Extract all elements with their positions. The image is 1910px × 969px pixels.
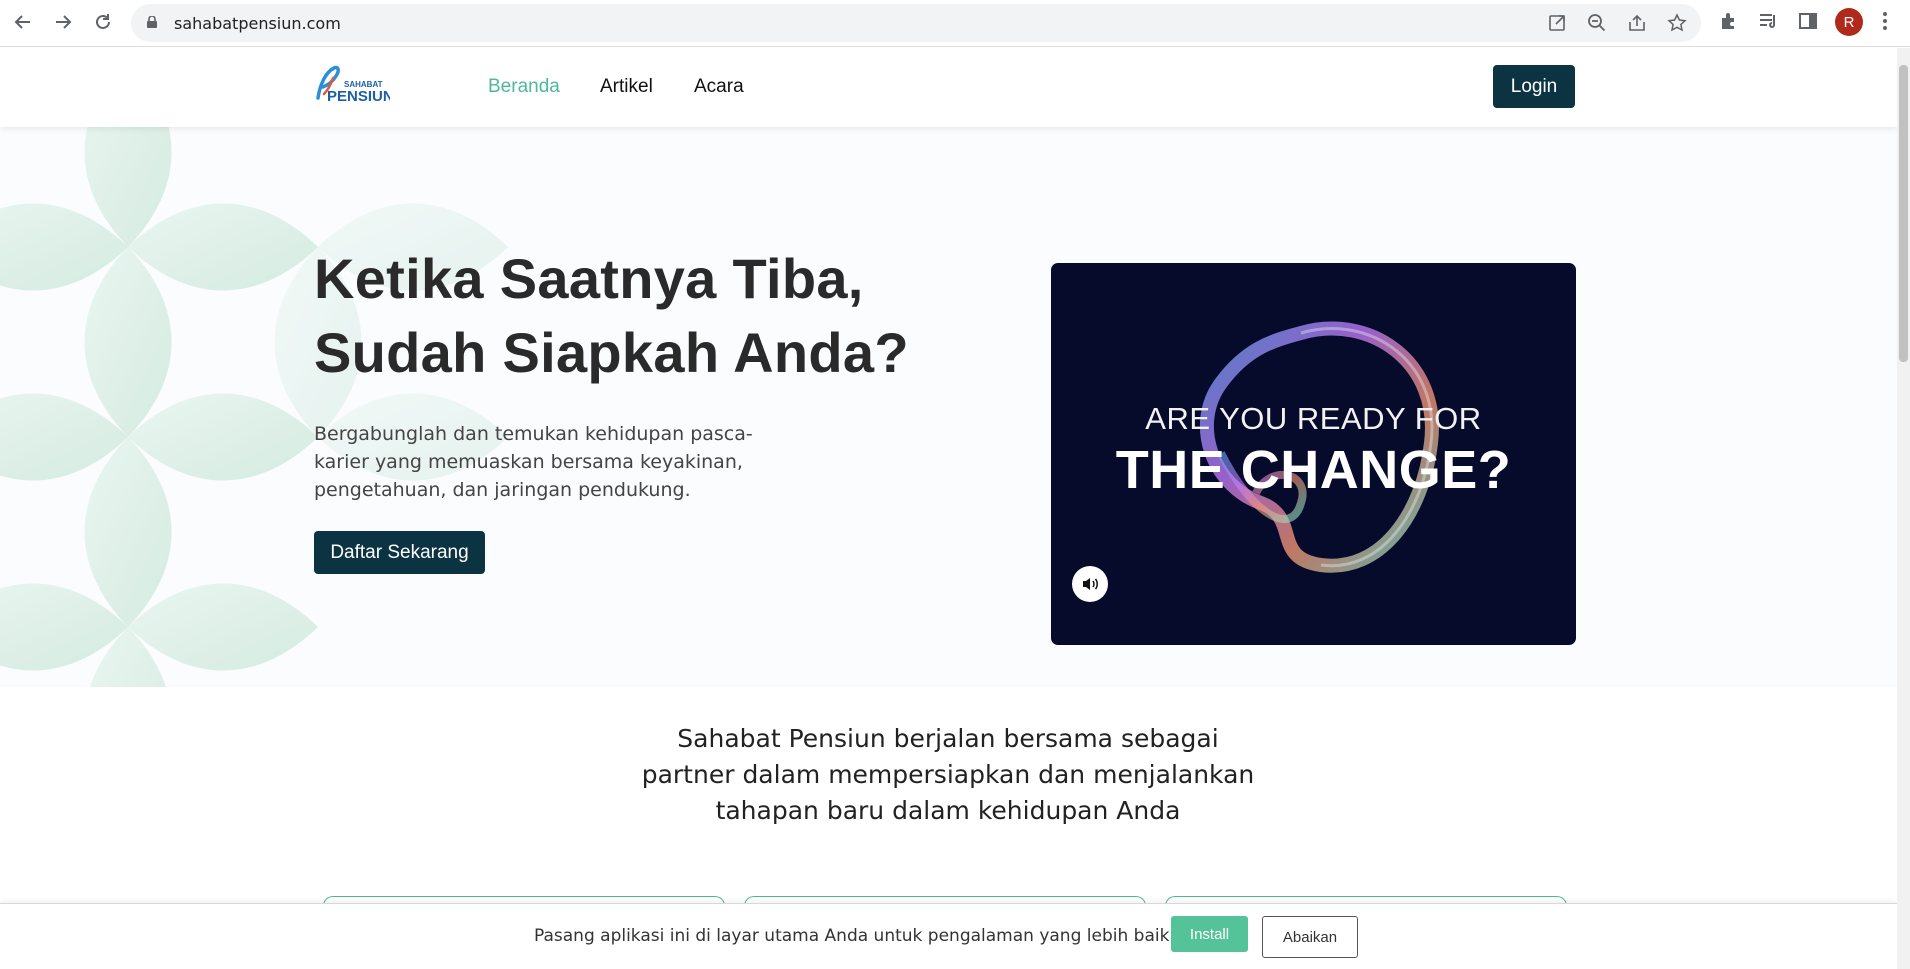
back-arrow-icon[interactable]: [9, 8, 37, 36]
zoom-out-icon[interactable]: [1587, 13, 1607, 33]
partner-line-1: Sahabat Pensiun berjalan bersama sebagai: [677, 724, 1219, 753]
web-page: SAHABAT PENSIUN Beranda Artikel Acara Lo…: [0, 48, 1897, 969]
media-queue-icon[interactable]: [1758, 10, 1780, 32]
hero-desc-line-1: Bergabunglah dan temukan kehidupan pasca…: [314, 423, 753, 445]
open-in-app-icon[interactable]: [1547, 13, 1567, 33]
side-panel-icon[interactable]: [1797, 10, 1819, 32]
hero-desc-line-3: pengetahuan, dan jaringan pendukung.: [314, 479, 691, 501]
site-header: SAHABAT PENSIUN Beranda Artikel Acara Lo…: [0, 48, 1897, 127]
share-icon[interactable]: [1627, 13, 1647, 33]
partner-line-2: partner dalam mempersiapkan dan menjalan…: [641, 760, 1255, 789]
address-bar[interactable]: sahabatpensiun.com: [131, 4, 1701, 42]
speaker-icon[interactable]: [1072, 566, 1108, 602]
profile-avatar[interactable]: R: [1835, 8, 1863, 36]
install-app-banner: Pasang aplikasi ini di layar utama Anda …: [0, 903, 1897, 969]
nav-beranda[interactable]: Beranda: [488, 76, 560, 98]
dismiss-button[interactable]: Abaikan: [1262, 916, 1358, 958]
partner-line-3: tahapan baru dalam kehidupan Anda: [715, 796, 1181, 825]
hero-section: Ketika Saatnya Tiba, Sudah Siapkah Anda?…: [0, 127, 1897, 687]
hero-description: Bergabunglah dan temukan kehidupan pasca…: [314, 420, 784, 504]
more-vert-icon[interactable]: [1880, 10, 1890, 32]
partner-statement: Sahabat Pensiun berjalan bersama sebagai…: [598, 721, 1298, 829]
reload-icon[interactable]: [89, 8, 117, 36]
forward-arrow-icon[interactable]: [49, 8, 77, 36]
video-caption-line-1: ARE YOU READY FOR: [1145, 401, 1482, 436]
video-caption-line-2: THE CHANGE?: [1115, 440, 1512, 500]
decorative-petal-pattern: [0, 127, 508, 687]
login-button[interactable]: Login: [1493, 65, 1575, 108]
svg-text:PENSIUN: PENSIUN: [327, 88, 390, 105]
sahabat-pensiun-logo[interactable]: SAHABAT PENSIUN: [314, 64, 390, 106]
browser-toolbar: sahabatpensiun.com R: [0, 0, 1910, 47]
hero-desc-line-2: karier yang memuaskan bersama keyakinan,: [314, 451, 743, 473]
register-now-button[interactable]: Daftar Sekarang: [314, 531, 485, 574]
hero-title: Ketika Saatnya Tiba, Sudah Siapkah Anda?: [314, 242, 954, 390]
install-prompt-text: Pasang aplikasi ini di layar utama Anda …: [534, 926, 1175, 946]
lock-icon[interactable]: [147, 16, 157, 28]
nav-acara[interactable]: Acara: [694, 76, 744, 98]
extensions-puzzle-icon[interactable]: [1718, 10, 1740, 32]
scrollbar-thumb[interactable]: [1899, 65, 1908, 362]
bookmark-star-icon[interactable]: [1667, 13, 1687, 33]
page-scrollbar[interactable]: [1897, 48, 1910, 969]
hero-title-line-1: Ketika Saatnya Tiba,: [314, 247, 864, 310]
hero-title-line-2: Sudah Siapkah Anda?: [314, 321, 909, 384]
install-button[interactable]: Install: [1171, 916, 1248, 952]
hero-video[interactable]: ARE YOU READY FOR THE CHANGE?: [1051, 263, 1576, 645]
url-text[interactable]: sahabatpensiun.com: [174, 14, 341, 33]
nav-artikel[interactable]: Artikel: [600, 76, 653, 98]
